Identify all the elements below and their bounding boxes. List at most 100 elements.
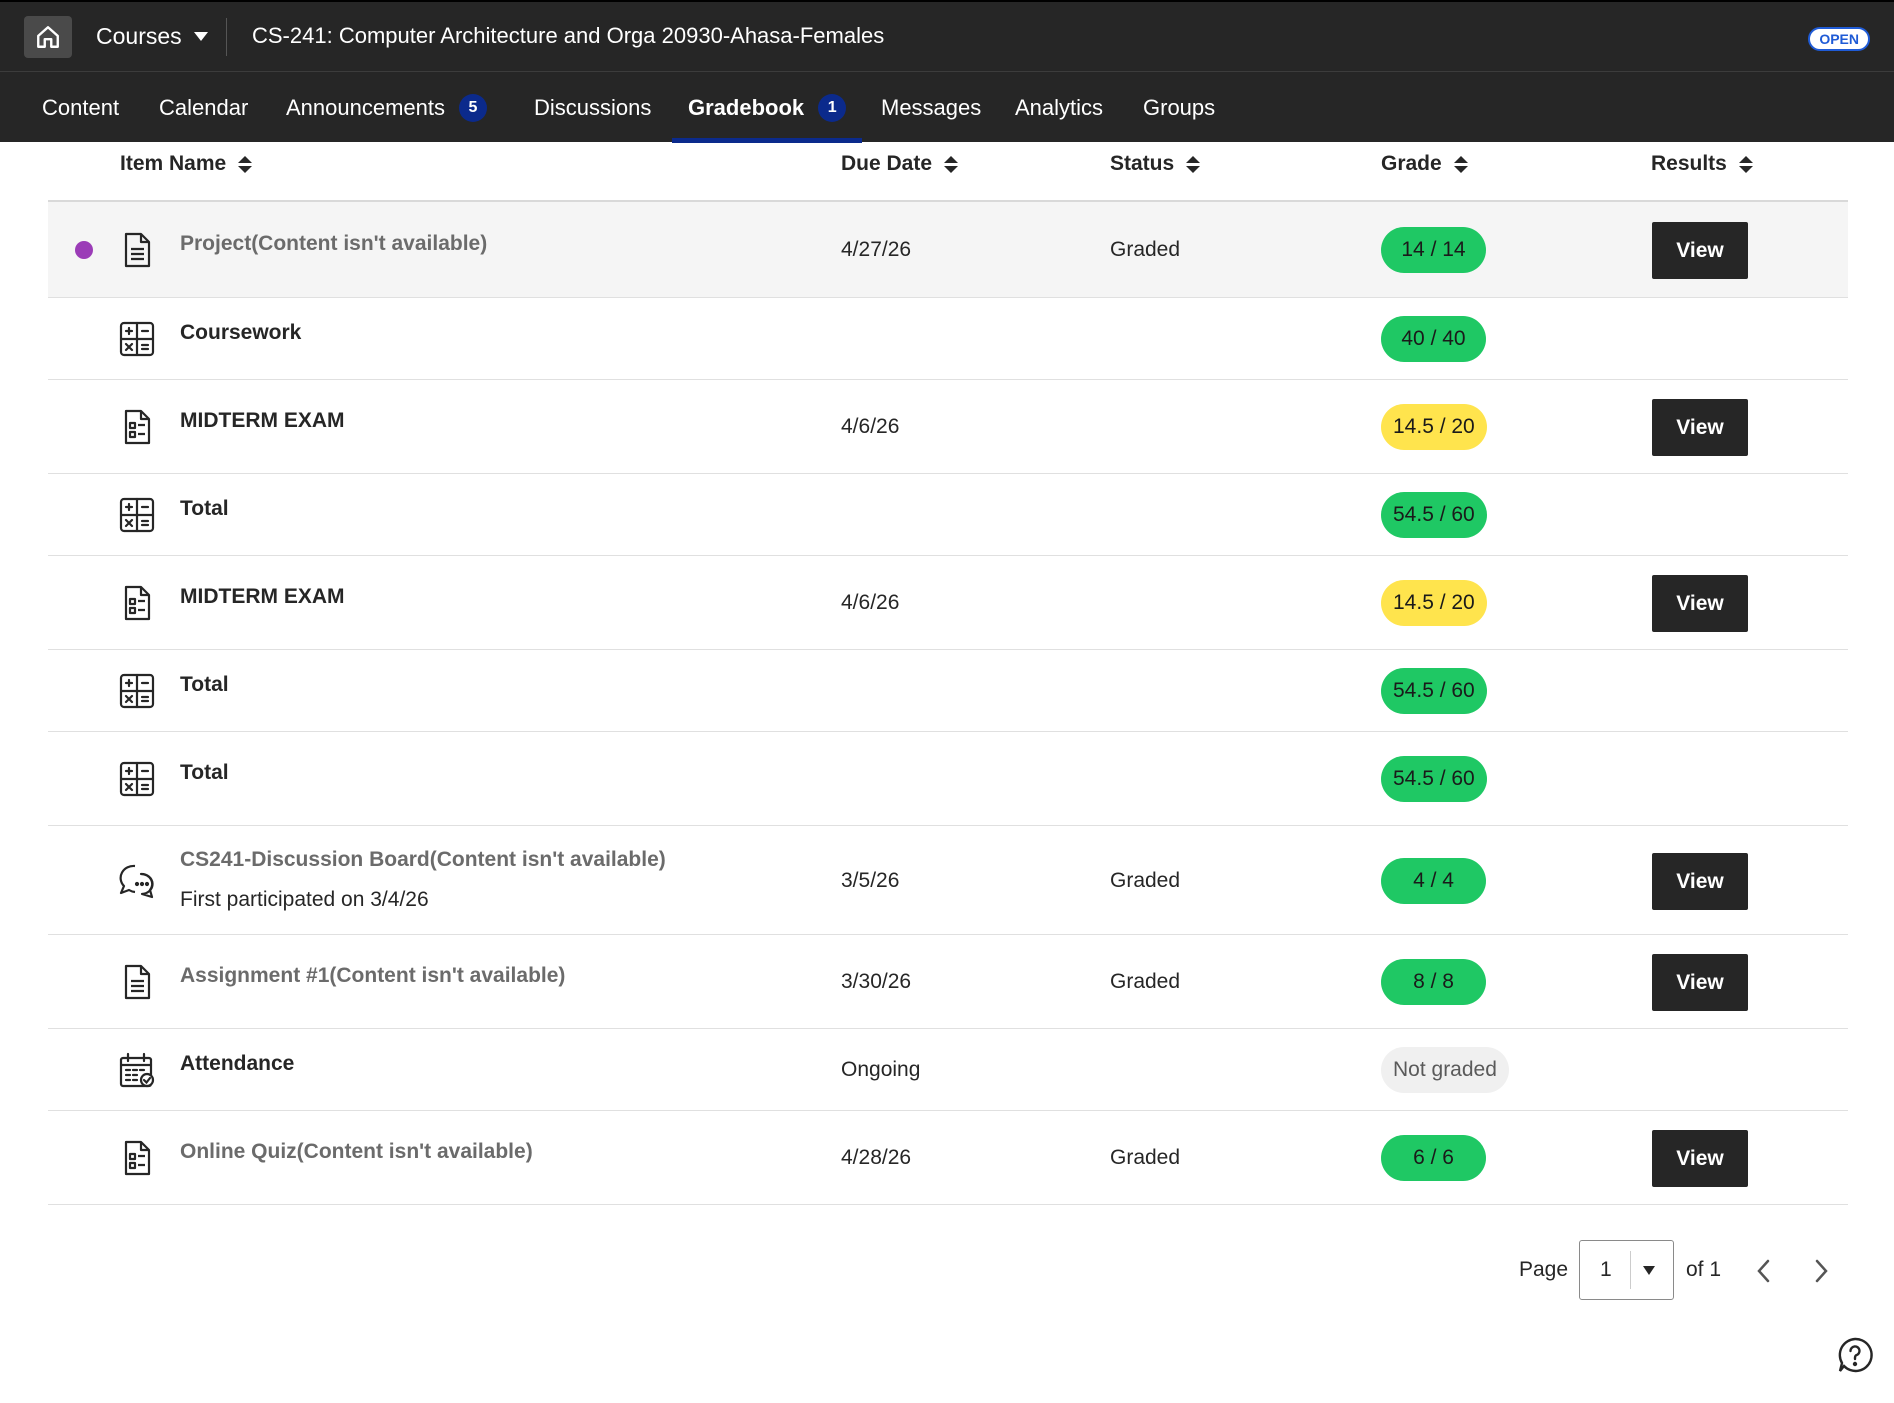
tab-label: Gradebook bbox=[688, 94, 805, 120]
table-row: Total 54.5 / 60 bbox=[48, 650, 1848, 732]
due-date: 4/28/26 bbox=[841, 1146, 912, 1169]
item-name[interactable]: MIDTERM EXAM bbox=[180, 585, 345, 609]
home-icon bbox=[37, 26, 59, 48]
chevron-down-icon bbox=[1643, 1266, 1655, 1275]
item-name[interactable]: Total bbox=[180, 673, 229, 697]
due-date: 4/6/26 bbox=[841, 415, 900, 438]
sort-icon bbox=[1186, 155, 1201, 173]
page-select-value: 1 bbox=[1600, 1258, 1612, 1281]
test-icon bbox=[118, 1139, 156, 1177]
table-row: MIDTERM EXAM 4/6/26 14.5 / 20 View bbox=[48, 556, 1848, 650]
grade-pill: 54.5 / 60 bbox=[1381, 756, 1487, 802]
item-name[interactable]: Assignment #1(Content isn't available) bbox=[180, 964, 565, 988]
sort-icon bbox=[944, 155, 959, 173]
table-row: Coursework 40 / 40 bbox=[48, 298, 1848, 380]
item-name[interactable]: MIDTERM EXAM bbox=[180, 409, 345, 433]
top-bar: Courses CS-241: Computer Architecture an… bbox=[0, 0, 1894, 71]
view-results-button[interactable]: View bbox=[1652, 399, 1748, 456]
item-name[interactable]: Project(Content isn't available) bbox=[180, 232, 487, 256]
due-date: 4/6/26 bbox=[841, 591, 900, 614]
tab-discussions[interactable]: Discussions bbox=[534, 72, 651, 143]
grade-pill: 54.5 / 60 bbox=[1381, 492, 1487, 538]
tab-gradebook[interactable]: Gradebook 1 bbox=[688, 72, 847, 143]
item-subtext: First participated on 3/4/26 bbox=[180, 888, 429, 911]
sort-icon bbox=[1453, 155, 1468, 173]
column-header-due-date[interactable]: Due Date bbox=[841, 152, 959, 176]
table-row: Assignment #1(Content isn't available) 3/… bbox=[48, 935, 1848, 1029]
home-button[interactable] bbox=[24, 16, 72, 58]
column-header-label: Due Date bbox=[841, 152, 933, 175]
tab-label: Analytics bbox=[1015, 94, 1104, 120]
column-header-results[interactable]: Results bbox=[1651, 152, 1753, 176]
item-name[interactable]: Total bbox=[180, 761, 229, 785]
tab-analytics[interactable]: Analytics bbox=[1015, 72, 1103, 143]
grade-pill: 14 / 14 bbox=[1381, 227, 1486, 273]
page-select-divider bbox=[1630, 1251, 1631, 1289]
item-name[interactable]: Coursework bbox=[180, 321, 301, 345]
tab-label: Content bbox=[42, 94, 120, 120]
tab-content[interactable]: Content bbox=[42, 72, 119, 143]
view-results-button[interactable]: View bbox=[1652, 222, 1748, 279]
pager-page-label: Page bbox=[1519, 1258, 1569, 1281]
column-header-label: Status bbox=[1110, 152, 1175, 175]
table-row: Online Quiz(Content isn't available) 4/28… bbox=[48, 1111, 1848, 1205]
sort-icon bbox=[238, 155, 253, 173]
grade-pill: Not graded bbox=[1381, 1047, 1509, 1093]
test-icon bbox=[118, 408, 156, 446]
view-results-button[interactable]: View bbox=[1652, 575, 1748, 632]
item-name[interactable]: Online Quiz(Content isn't available) bbox=[180, 1140, 533, 1164]
tab-groups[interactable]: Groups bbox=[1143, 72, 1215, 143]
status-text: Graded bbox=[1110, 238, 1181, 261]
item-name[interactable]: CS241-Discussion Board(Content isn't ava… bbox=[180, 848, 666, 872]
status-text: Graded bbox=[1110, 869, 1181, 892]
grade-pill: 40 / 40 bbox=[1381, 316, 1486, 362]
announcements-count-badge: 5 bbox=[459, 93, 487, 122]
due-date: 3/5/26 bbox=[841, 869, 900, 892]
gradebook-count-badge: 1 bbox=[818, 93, 847, 122]
due-date: 3/30/26 bbox=[841, 970, 912, 993]
due-date: 4/27/26 bbox=[841, 238, 912, 261]
attendance-calendar-icon bbox=[118, 1051, 156, 1089]
tab-label: Messages bbox=[881, 94, 982, 120]
discussion-icon bbox=[118, 862, 156, 900]
tab-calendar[interactable]: Calendar bbox=[159, 72, 248, 143]
calculator-icon bbox=[118, 672, 156, 710]
tab-label: Discussions bbox=[534, 94, 652, 120]
column-header-item-name[interactable]: Item Name bbox=[120, 152, 253, 176]
column-header-status[interactable]: Status bbox=[1110, 152, 1201, 176]
due-date: Ongoing bbox=[841, 1058, 921, 1081]
help-icon[interactable] bbox=[1836, 1336, 1874, 1374]
course-open-badge: OPEN bbox=[1808, 27, 1870, 51]
table-row: CS241-Discussion Board(Content isn't ava… bbox=[48, 826, 1848, 935]
column-header-label: Grade bbox=[1381, 152, 1442, 175]
document-icon bbox=[118, 963, 156, 1001]
item-name[interactable]: Total bbox=[180, 497, 229, 521]
table-row: Total 54.5 / 60 bbox=[48, 732, 1848, 826]
course-nav-tabs: Content Calendar Announcements 5 Discussi… bbox=[0, 71, 1894, 143]
new-item-dot bbox=[75, 241, 93, 259]
view-results-button[interactable]: View bbox=[1652, 1130, 1748, 1187]
tab-announcements[interactable]: Announcements 5 bbox=[286, 72, 487, 143]
courses-label: Courses bbox=[96, 23, 182, 49]
tab-messages[interactable]: Messages bbox=[881, 72, 981, 143]
view-results-button[interactable]: View bbox=[1652, 954, 1748, 1011]
courses-dropdown[interactable]: Courses bbox=[96, 23, 208, 50]
page-select[interactable]: 1 bbox=[1579, 1240, 1674, 1300]
grade-pill: 4 / 4 bbox=[1381, 858, 1486, 904]
next-page-icon[interactable] bbox=[1806, 1254, 1836, 1288]
grade-pill: 14.5 / 20 bbox=[1381, 580, 1487, 626]
table-row: Attendance Ongoing Not graded bbox=[48, 1029, 1848, 1111]
table-row: Project(Content isn't available) 4/27/26 G… bbox=[48, 202, 1848, 298]
active-tab-indicator bbox=[672, 138, 862, 143]
view-results-button[interactable]: View bbox=[1652, 853, 1748, 910]
table-row: Total 54.5 / 60 bbox=[48, 474, 1848, 556]
column-header-label: Item Name bbox=[120, 152, 227, 175]
item-name[interactable]: Attendance bbox=[180, 1052, 294, 1076]
column-header-grade[interactable]: Grade bbox=[1381, 152, 1468, 176]
tab-label: Groups bbox=[1143, 94, 1216, 120]
previous-page-icon[interactable] bbox=[1749, 1254, 1779, 1288]
column-header-label: Results bbox=[1651, 152, 1727, 175]
calculator-icon bbox=[118, 496, 156, 534]
header-divider bbox=[226, 18, 227, 56]
course-title: CS-241: Computer Architecture and Orga 2… bbox=[252, 23, 885, 48]
